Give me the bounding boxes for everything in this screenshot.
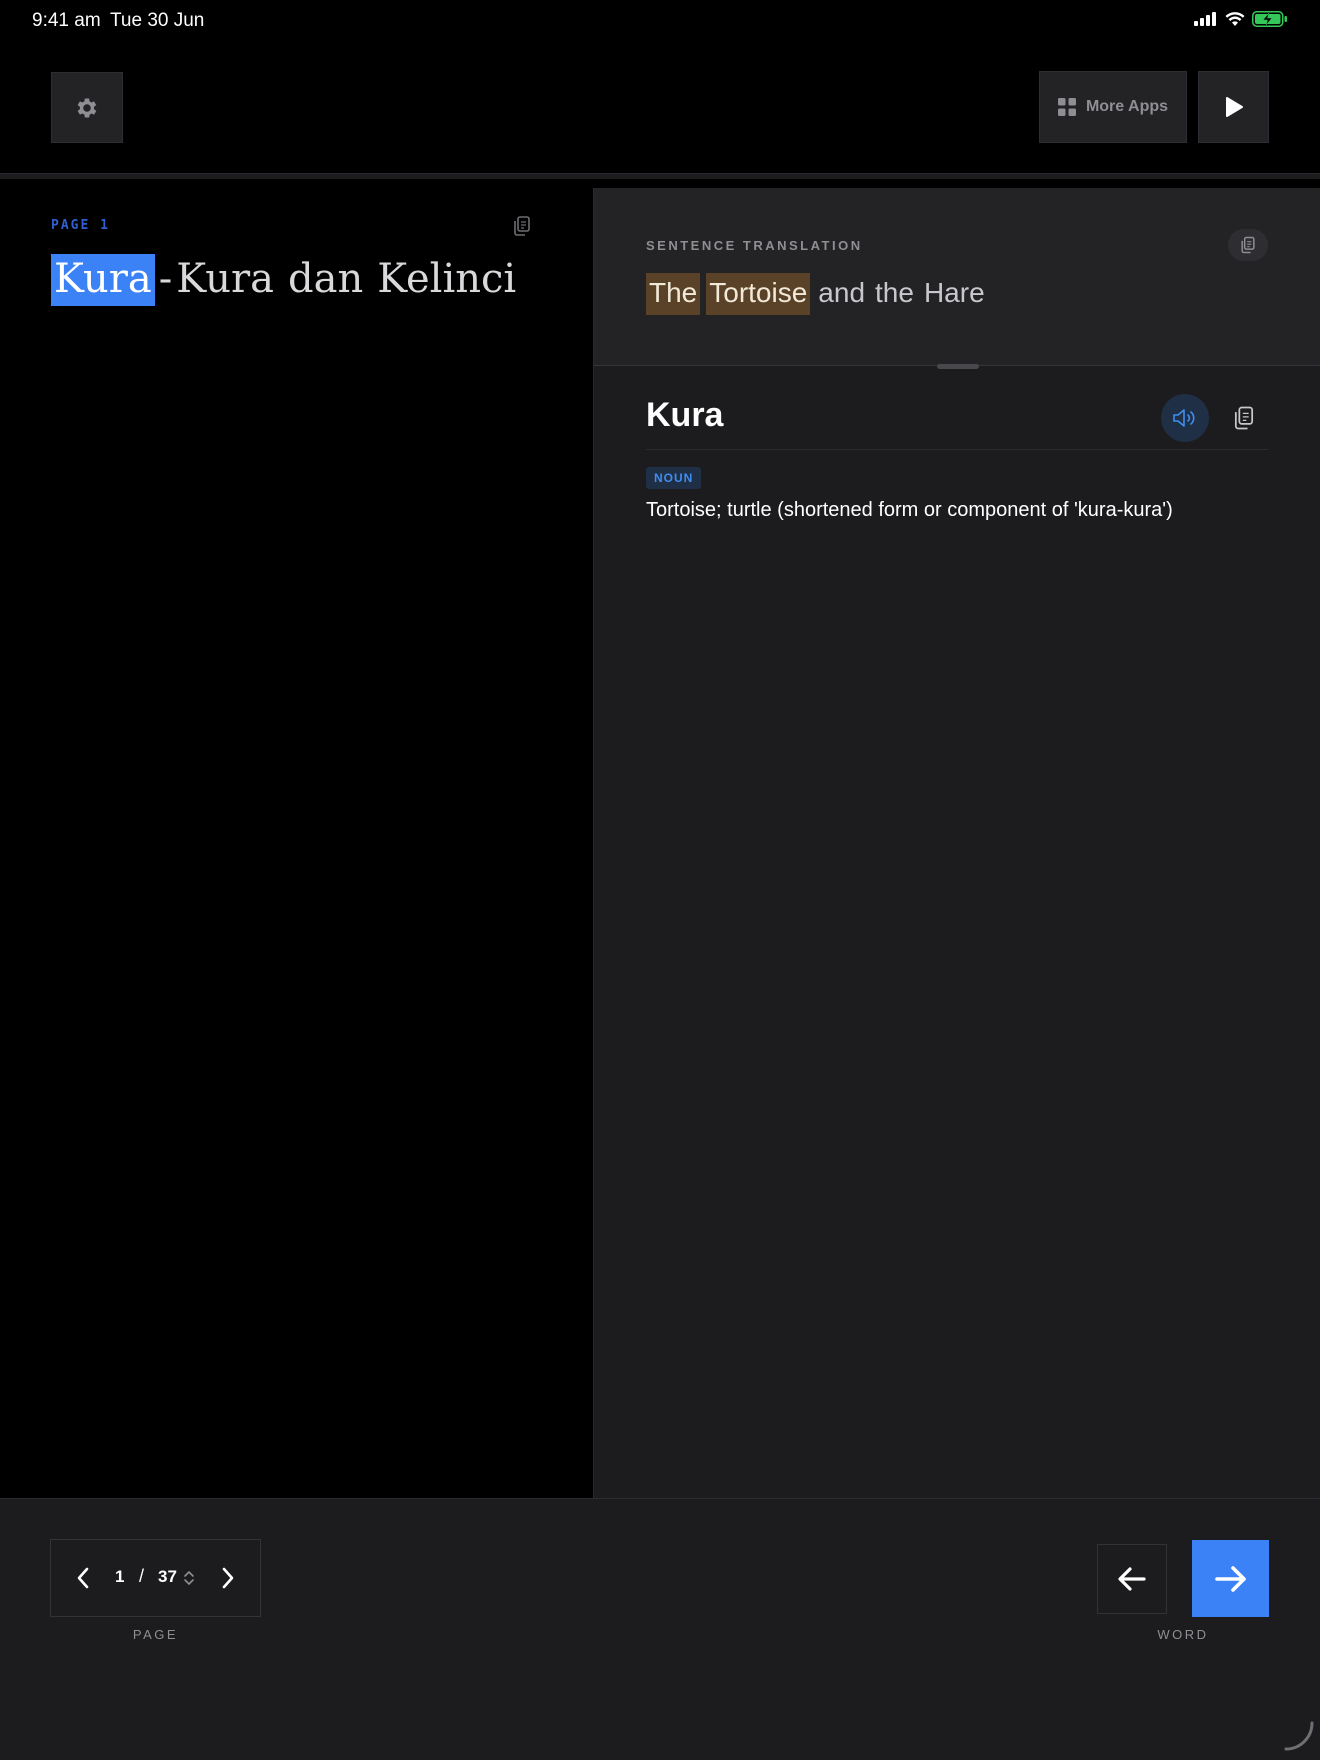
bottom-navigation-bar: 1 / 37 PAGE WORD	[0, 1498, 1320, 1760]
source-word[interactable]: Kura	[176, 254, 274, 306]
settings-button[interactable]	[51, 72, 123, 143]
translation-word-highlighted: The	[646, 273, 701, 315]
wifi-icon	[1225, 11, 1245, 26]
status-time: 9:41 am	[32, 10, 101, 31]
word-caption: WORD	[1157, 1627, 1209, 1642]
source-word[interactable]: dan	[288, 254, 363, 306]
copy-definition-button[interactable]	[1228, 402, 1260, 434]
battery-charging-icon	[1252, 11, 1287, 27]
source-text-pane: PAGE 1 Kura - Kura dan Kelinci	[0, 188, 593, 1498]
translation-word: Hare	[923, 277, 985, 308]
arrow-right-icon	[1214, 1565, 1246, 1592]
play-button[interactable]	[1198, 71, 1269, 143]
dictionary-divider	[646, 449, 1268, 450]
copy-icon	[514, 216, 530, 236]
next-word-button[interactable]	[1192, 1540, 1269, 1617]
copy-translation-button[interactable]	[1228, 229, 1268, 261]
status-date: Tue 30 Jun	[110, 10, 205, 31]
drag-handle[interactable]	[937, 364, 979, 369]
toolbar-divider	[0, 173, 1320, 179]
previous-word-button[interactable]	[1097, 1544, 1167, 1614]
dictionary-headword: Kura	[646, 396, 724, 434]
translation-text: The Tortoise and the Hare	[646, 273, 987, 315]
source-word[interactable]: Kelinci	[377, 254, 516, 306]
page-caption: PAGE	[132, 1627, 179, 1642]
play-icon	[1225, 97, 1243, 117]
status-icons	[1194, 11, 1288, 27]
speaker-icon	[1173, 409, 1195, 427]
current-page-number[interactable]: 1	[115, 1567, 124, 1587]
arrow-left-icon	[1118, 1567, 1146, 1591]
part-of-speech-badge: NOUN	[646, 467, 702, 489]
total-pages: 37	[158, 1567, 177, 1586]
chevron-right-icon	[222, 1567, 234, 1589]
cellular-signal-icon	[1194, 12, 1216, 26]
page-stepper-icon[interactable]	[183, 1569, 195, 1587]
more-apps-button[interactable]: More Apps	[1039, 71, 1187, 143]
gear-icon	[77, 97, 97, 118]
chevron-left-icon	[77, 1567, 89, 1589]
more-apps-label: More Apps	[1085, 98, 1169, 115]
translation-word: and	[818, 277, 866, 308]
copy-icon	[1234, 406, 1254, 430]
definition-text: Tortoise; turtle (shortened form or comp…	[646, 499, 1173, 521]
page-separator: /	[139, 1566, 145, 1586]
translation-word-highlighted: Tortoise	[706, 273, 811, 315]
source-title: Kura - Kura dan Kelinci	[51, 254, 516, 306]
pronounce-button[interactable]	[1161, 394, 1209, 442]
page-label: PAGE 1	[51, 218, 110, 233]
copy-source-button[interactable]	[510, 214, 534, 238]
translation-pane: SENTENCE TRANSLATION The Tortoise and th…	[593, 188, 1320, 1498]
previous-page-button[interactable]	[65, 1560, 101, 1596]
translation-label: SENTENCE TRANSLATION	[646, 238, 863, 253]
grid-icon	[1057, 98, 1076, 116]
source-word-highlighted[interactable]: Kura	[51, 254, 155, 306]
translation-word: the	[875, 277, 914, 308]
next-page-button[interactable]	[210, 1560, 246, 1596]
sentence-translation-card: SENTENCE TRANSLATION The Tortoise and th…	[594, 188, 1320, 369]
source-word: -	[158, 256, 173, 302]
resize-handle-icon[interactable]	[1284, 1721, 1314, 1751]
status-bar: 9:41 am Tue 30 Jun	[0, 0, 1320, 44]
copy-icon	[1241, 236, 1255, 254]
page-navigator: 1 / 37	[50, 1539, 261, 1617]
